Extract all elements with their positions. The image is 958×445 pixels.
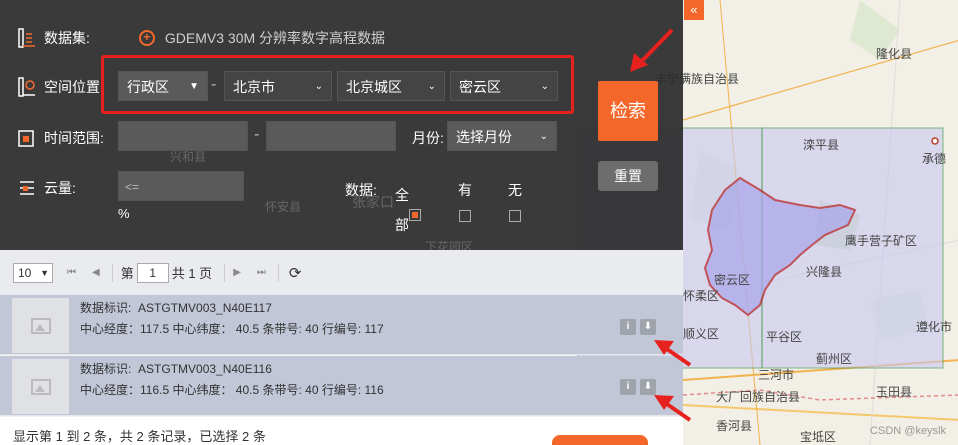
map-label-miyun: 密云区 <box>714 273 751 287</box>
dataset-label: 数据集: <box>44 30 90 46</box>
first-page-icon[interactable]: ⏮ <box>67 267 76 278</box>
page-size-select[interactable]: 10 ▼ <box>13 262 53 283</box>
item-id-value: ASTGTMV003_N40E116 <box>138 362 272 376</box>
data-filter-no-checkbox[interactable] <box>509 210 521 222</box>
item-detail: 中心经度：116.5 中心纬度： 40.5 条带号: 40 行编号: 116 <box>80 383 384 397</box>
thumbnail-placeholder <box>12 359 69 414</box>
page-prefix: 第 <box>120 266 134 281</box>
cloud-icon <box>18 178 36 198</box>
map-label-pinggu: 平谷区 <box>766 330 803 344</box>
page-total: 共 1 页 <box>171 266 213 281</box>
item-info: 数据标识: ASTGTMV003_N40E117 中心经度：117.5 中心纬度… <box>80 298 384 340</box>
district-select[interactable]: 密云区 ⌄ <box>450 71 558 101</box>
image-icon <box>30 317 51 334</box>
list-item[interactable]: 数据标识: ASTGTMV003_N40E116 中心经度：116.5 中心纬度… <box>0 356 683 416</box>
map-label-xinglong: 兴隆县 <box>806 265 843 279</box>
data-filter-all-label: 全部 <box>395 187 409 233</box>
calendar-icon <box>18 128 36 148</box>
pagination-bar: 10 ▼ ⏮ ◀ 第 1 共 1 页 ▶ ⏭ ⟳ <box>0 250 683 295</box>
data-filter-label: 数据: <box>345 182 377 198</box>
start-date-input[interactable] <box>118 121 248 151</box>
cloud-unit: % <box>118 206 130 221</box>
cloud-row: 云量: <box>18 178 76 198</box>
page-number-input[interactable]: 1 <box>136 262 169 283</box>
info-icon[interactable]: i <box>620 379 636 395</box>
location-icon <box>18 77 36 97</box>
thumbnail-placeholder <box>12 298 69 353</box>
province-select[interactable]: 北京市 ⌄ <box>224 71 332 101</box>
result-summary-bar: 显示第 1 到 2 条，共 2 条记录，已选择 2 条 <box>0 417 683 445</box>
map-label-jizhou: 蓟州区 <box>816 352 853 366</box>
list-item[interactable]: 数据标识: ASTGTMV003_N40E117 中心经度：117.5 中心纬度… <box>0 295 683 355</box>
item-detail: 中心经度：117.5 中心纬度： 40.5 条带号: 40 行编号: 117 <box>80 322 384 336</box>
map-label-xianghe: 香河县 <box>716 419 753 433</box>
location-label: 空间位置 <box>44 79 100 95</box>
city-select[interactable]: 北京城区 ⌄ <box>337 71 445 101</box>
prev-page-icon[interactable]: ◀ <box>92 267 100 278</box>
image-icon <box>30 378 51 395</box>
map-label-sanhe: 三河市 <box>758 368 795 382</box>
item-info: 数据标识: ASTGTMV003_N40E116 中心经度：116.5 中心纬度… <box>80 359 384 401</box>
separator: - <box>211 76 217 93</box>
month-label: 月份: <box>412 130 444 146</box>
time-separator: - <box>254 126 260 143</box>
map-label-longhua: 隆化县 <box>876 47 913 61</box>
last-page-icon[interactable]: ⏭ <box>257 267 266 278</box>
item-id-value: ASTGTMV003_N40E117 <box>138 301 272 315</box>
map-label-huaian: 怀安县 <box>265 200 302 214</box>
map-label-zunhua: 遵化市 <box>916 320 953 334</box>
footer-action-button[interactable] <box>552 435 648 445</box>
collapse-panel-button[interactable]: « <box>684 0 704 20</box>
search-panel: 兴和县 张家口 怀安县 下花园区 数据集: + GDEMV3 30M 分辨率数字… <box>0 0 683 254</box>
map-label-huairou: 怀柔区 <box>683 289 720 303</box>
dataset-icon <box>18 28 36 48</box>
info-icon[interactable]: i <box>620 319 636 335</box>
map-label-baodi: 宝坻区 <box>800 430 837 444</box>
map-label-chengde: 承德 <box>922 152 947 166</box>
watermark: CSDN @keyslk <box>870 425 946 437</box>
data-filter-yes-checkbox[interactable] <box>459 210 471 222</box>
month-select[interactable]: 选择月份 ⌄ <box>447 121 557 151</box>
dataset-row: 数据集: + GDEMV3 30M 分辨率数字高程数据 <box>18 28 385 48</box>
map-label-yutian: 玉田县 <box>876 385 913 399</box>
map-label-luanping: 滦平县 <box>803 138 840 152</box>
item-id-label: 数据标识: <box>80 362 132 376</box>
search-button[interactable]: 检索 <box>598 81 658 141</box>
data-filter-all-checkbox[interactable] <box>409 209 421 221</box>
annotation-arrow-item1 <box>654 340 692 367</box>
item-id-label: 数据标识: <box>80 301 132 315</box>
cloud-label: 云量: <box>44 180 76 196</box>
refresh-icon[interactable]: ⟳ <box>289 264 302 282</box>
dataset-name[interactable]: GDEMV3 30M 分辨率数字高程数据 <box>165 28 385 48</box>
reset-button[interactable]: 重置 <box>598 161 658 191</box>
cloud-input[interactable]: <= <box>118 171 244 201</box>
map-label-dachang: 大厂回族自治县 <box>716 390 801 404</box>
download-icon[interactable]: ⬇ <box>640 319 656 335</box>
result-summary: 显示第 1 到 2 条，共 2 条记录，已选择 2 条 <box>13 429 266 444</box>
result-list: 数据标识: ASTGTMV003_N40E117 中心经度：117.5 中心纬度… <box>0 295 683 417</box>
time-label: 时间范围: <box>44 130 104 146</box>
time-row: 时间范围: <box>18 128 104 148</box>
end-date-input[interactable] <box>266 121 396 151</box>
region-type-select[interactable]: 行政区 ▼ <box>118 71 208 101</box>
data-filter-yes-label: 有 <box>458 182 472 198</box>
map-label-yingshouyingzi: 鹰手营子矿区 <box>845 234 918 248</box>
data-filter-no-label: 无 <box>508 182 522 198</box>
annotation-arrow-item2 <box>654 395 692 422</box>
annotation-arrow-search <box>630 28 674 72</box>
location-row: 空间位置 <box>18 77 100 97</box>
next-page-icon[interactable]: ▶ <box>233 267 241 278</box>
add-dataset-icon[interactable]: + <box>138 30 155 46</box>
